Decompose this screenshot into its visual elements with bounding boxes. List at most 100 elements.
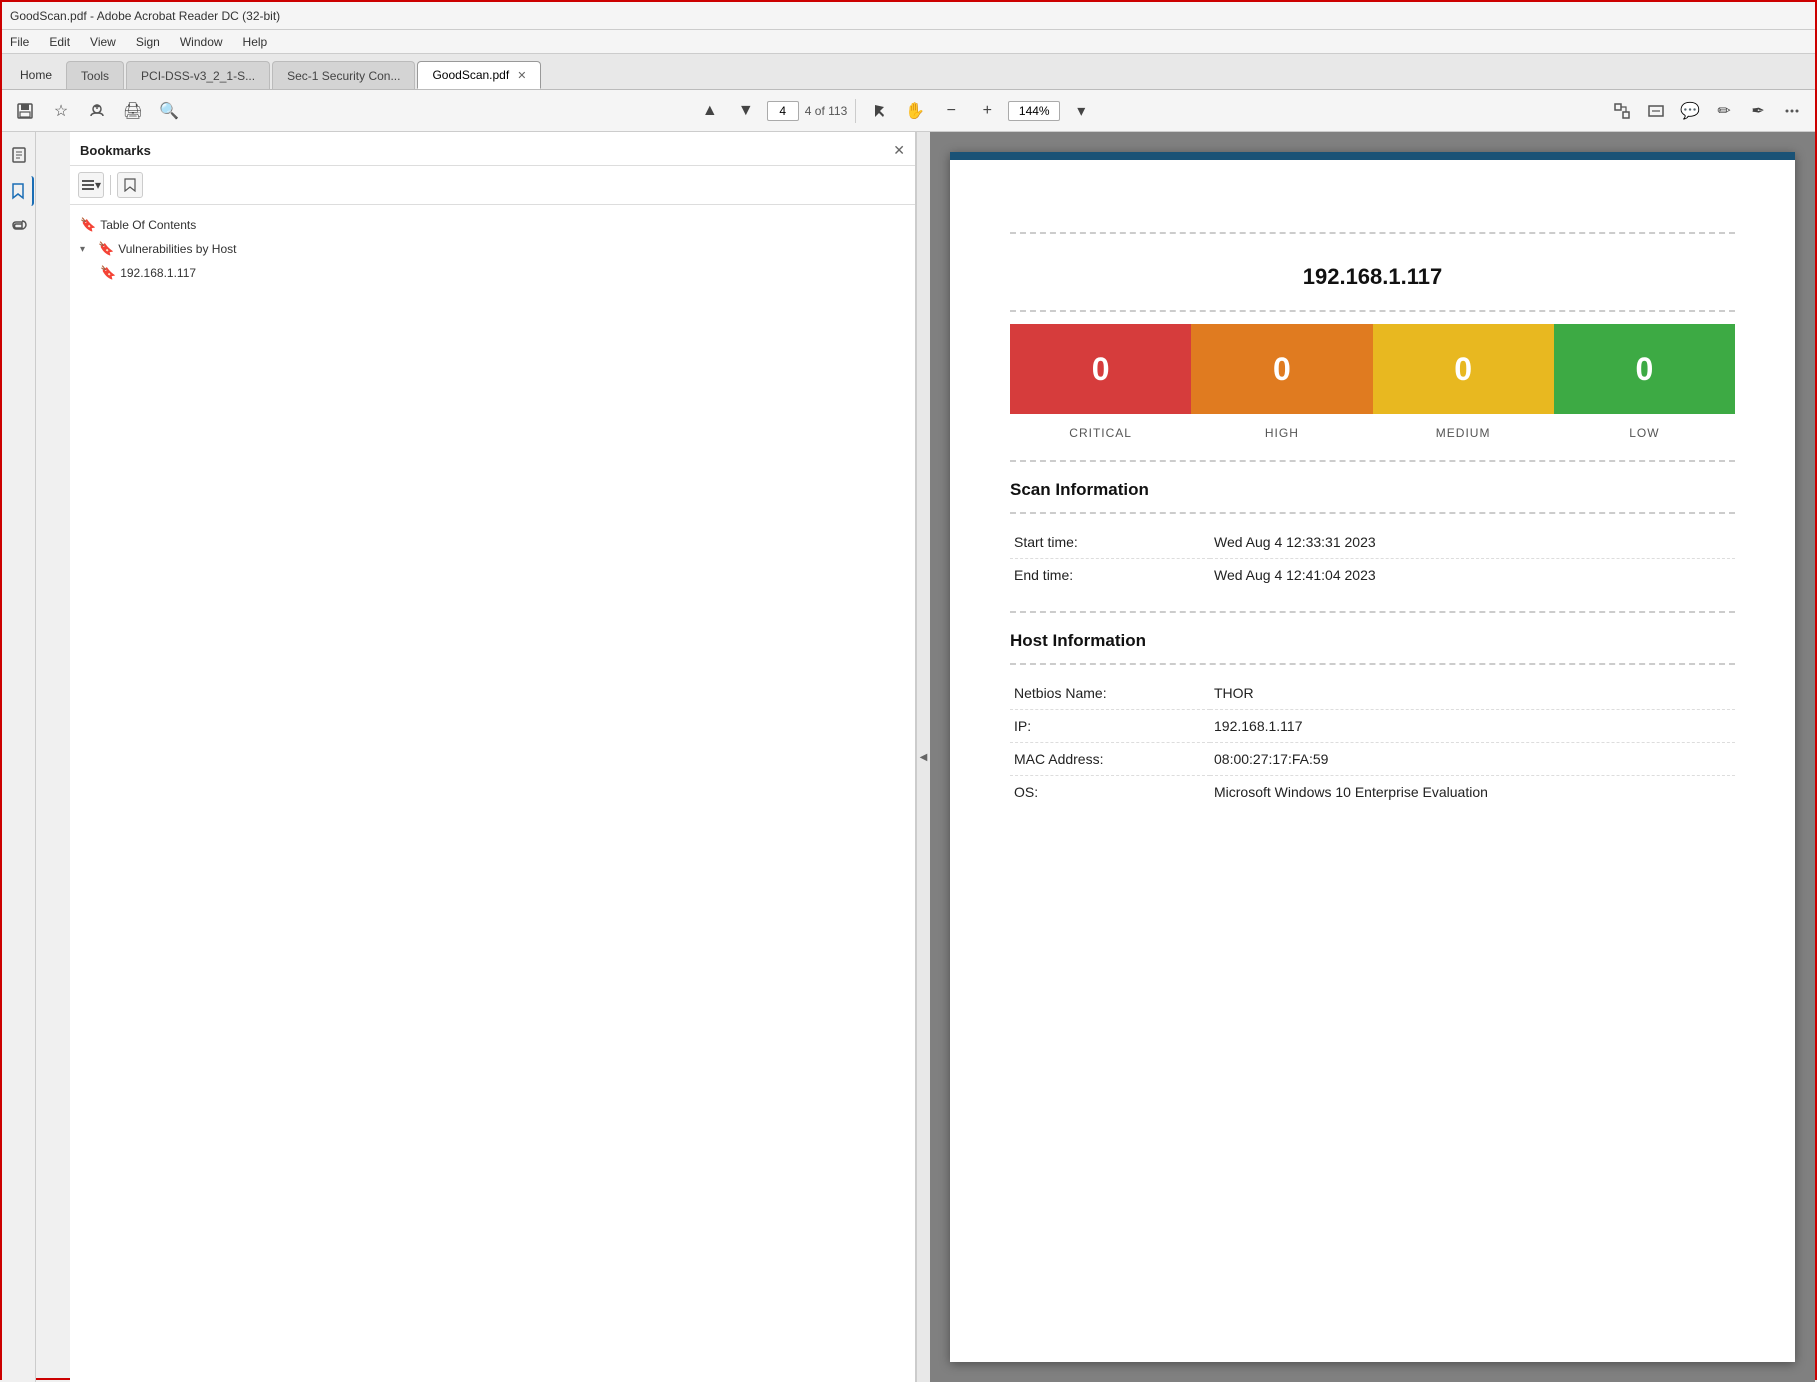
host-netbios-key: Netbios Name: [1010,677,1210,710]
left-icon-strip [2,132,36,1382]
host-os-key: OS: [1010,776,1210,809]
print-button[interactable]: 🖨 [118,96,148,126]
right-tools: 💬 ✏ ✒ [1607,96,1807,126]
zoom-out-button[interactable]: − [936,96,966,126]
tab-close-icon[interactable]: ✕ [517,69,526,82]
page-top-border [950,152,1795,160]
zoom-in-button[interactable]: + [972,96,1002,126]
host-netbios-row: Netbios Name: THOR [1010,677,1735,710]
scan-start-key: Start time: [1010,526,1210,559]
menu-window[interactable]: Window [176,34,227,50]
bookmark-tree: 🔖 Table Of Contents ▾ 🔖 Vulnerabilities … [70,205,915,293]
score-bar: 0 0 0 0 [1010,324,1735,414]
tab-pci[interactable]: PCI-DSS-v3_2_1-S... [126,61,270,89]
window-title: GoodScan.pdf - Adobe Acrobat Reader DC (… [10,9,280,23]
label-medium: MEDIUM [1373,422,1554,440]
bookmark-vuln-icon: 🔖 [98,241,114,257]
menu-help[interactable]: Help [239,34,272,50]
menu-sign[interactable]: Sign [132,34,164,50]
scores-separator [1010,460,1735,462]
tab-sec1[interactable]: Sec-1 Security Con... [272,61,415,89]
label-high: HIGH [1191,422,1372,440]
scroll-up-button[interactable]: ▲ [695,96,725,126]
score-high: 0 [1191,324,1372,414]
menu-view[interactable]: View [86,34,120,50]
bookmark-new-button[interactable] [117,172,143,198]
fit-page-button[interactable] [1607,96,1637,126]
save-button[interactable] [10,96,40,126]
host-info-table: Netbios Name: THOR IP: 192.168.1.117 MAC… [1010,677,1735,808]
bookmark-host-ip[interactable]: 🔖 192.168.1.117 [94,261,911,285]
scan-info-separator [1010,512,1735,514]
top-separator [1010,232,1735,234]
scan-end-value: Wed Aug 4 12:41:04 2023 [1210,559,1735,592]
bookmark-vuln-label: Vulnerabilities by Host [118,242,236,256]
toolbar: ☆ 🖨 🔍 ▲ ▼ 4 4 of 113 ✋ − + 144% ▾ 💬 ✏ [2,90,1815,132]
search-button[interactable]: 🔍 [154,96,184,126]
sign-button[interactable]: ✒ [1743,96,1773,126]
host-os-value: Microsoft Windows 10 Enterprise Evaluati… [1210,776,1735,809]
hand-tool-button[interactable]: ✋ [900,96,930,126]
score-labels: CRITICAL HIGH MEDIUM LOW [1010,422,1735,440]
zoom-dropdown-button[interactable]: ▾ [1066,96,1096,126]
scan-end-key: End time: [1010,559,1210,592]
sidebar-panel: Bookmarks ✕ ▾ 🔖 Table Of Contents ▾ 🔖 Vu… [70,132,916,1382]
pdf-viewer[interactable]: 192.168.1.117 0 0 0 0 CRITICAL HIGH MEDI… [930,132,1815,1382]
tab-bar: Home Tools PCI-DSS-v3_2_1-S... Sec-1 Sec… [2,54,1815,90]
host-ip-value: 192.168.1.117 [1210,710,1735,743]
label-critical: CRITICAL [1010,422,1191,440]
menu-edit[interactable]: Edit [45,34,74,50]
host-info-top-sep [1010,611,1735,613]
scan-start-row: Start time: Wed Aug 4 12:33:31 2023 [1010,526,1735,559]
fit-width-button[interactable] [1641,96,1671,126]
label-low: LOW [1554,422,1735,440]
bookmark-toc-label: Table Of Contents [100,218,196,232]
comment-button[interactable]: 💬 [1675,96,1705,126]
scan-start-value: Wed Aug 4 12:33:31 2023 [1210,526,1735,559]
bookmark-host-label: 192.168.1.117 [120,266,196,280]
tab-goodscan[interactable]: GoodScan.pdf ✕ [417,61,541,89]
scroll-down-button[interactable]: ▼ [731,96,761,126]
bookmark-expand-icon[interactable]: ▾ [80,244,94,255]
select-tool-button[interactable] [864,96,894,126]
sidebar-collapse-handle[interactable]: ◀ [916,132,930,1382]
bookmark-host-icon: 🔖 [100,265,116,281]
host-ip-key: IP: [1010,710,1210,743]
pdf-page: 192.168.1.117 0 0 0 0 CRITICAL HIGH MEDI… [950,152,1795,1362]
more-tools-button[interactable] [1777,96,1807,126]
score-medium: 0 [1373,324,1554,414]
page-input[interactable]: 4 [767,101,799,121]
host-netbios-value: THOR [1210,677,1735,710]
bookmark-toc[interactable]: 🔖 Table Of Contents [74,213,911,237]
host-ip-row: IP: 192.168.1.117 [1010,710,1735,743]
tab-tools[interactable]: Tools [66,61,124,89]
menu-bar: File Edit View Sign Window Help [2,30,1815,54]
bookmark-list-view-button[interactable]: ▾ [78,172,104,198]
attachments-panel-icon[interactable] [4,212,34,242]
menu-file[interactable]: File [6,34,33,50]
annotate-button[interactable]: ✏ [1709,96,1739,126]
title-separator [1010,310,1735,312]
score-critical: 0 [1010,324,1191,414]
nav-controls: ▲ ▼ 4 4 of 113 ✋ − + 144% ▾ [695,96,1096,126]
host-os-row: OS: Microsoft Windows 10 Enterprise Eval… [1010,776,1735,809]
scan-end-row: End time: Wed Aug 4 12:41:04 2023 [1010,559,1735,592]
title-bar: GoodScan.pdf - Adobe Acrobat Reader DC (… [2,2,1815,30]
sidebar-toolbar: ▾ [70,166,915,205]
bookmark-toc-icon: 🔖 [80,217,96,233]
host-info-heading: Host Information [1010,631,1735,651]
bookmark-vuln-by-host[interactable]: ▾ 🔖 Vulnerabilities by Host [74,237,911,261]
scan-info-heading: Scan Information [1010,480,1735,500]
upload-button[interactable] [82,96,112,126]
bookmark-add-button[interactable]: ☆ [46,96,76,126]
pages-panel-icon[interactable] [4,140,34,170]
bookmarks-panel-icon[interactable] [4,176,34,206]
sidebar-close-button[interactable]: ✕ [893,142,905,159]
zoom-input[interactable]: 144% [1008,101,1060,121]
host-mac-row: MAC Address: 08:00:27:17:FA:59 [1010,743,1735,776]
bookmarks-title: Bookmarks [80,143,151,158]
score-low: 0 [1554,324,1735,414]
page-info: 4 of 113 [805,104,847,118]
tab-home[interactable]: Home [6,61,66,89]
host-info-separator [1010,663,1735,665]
